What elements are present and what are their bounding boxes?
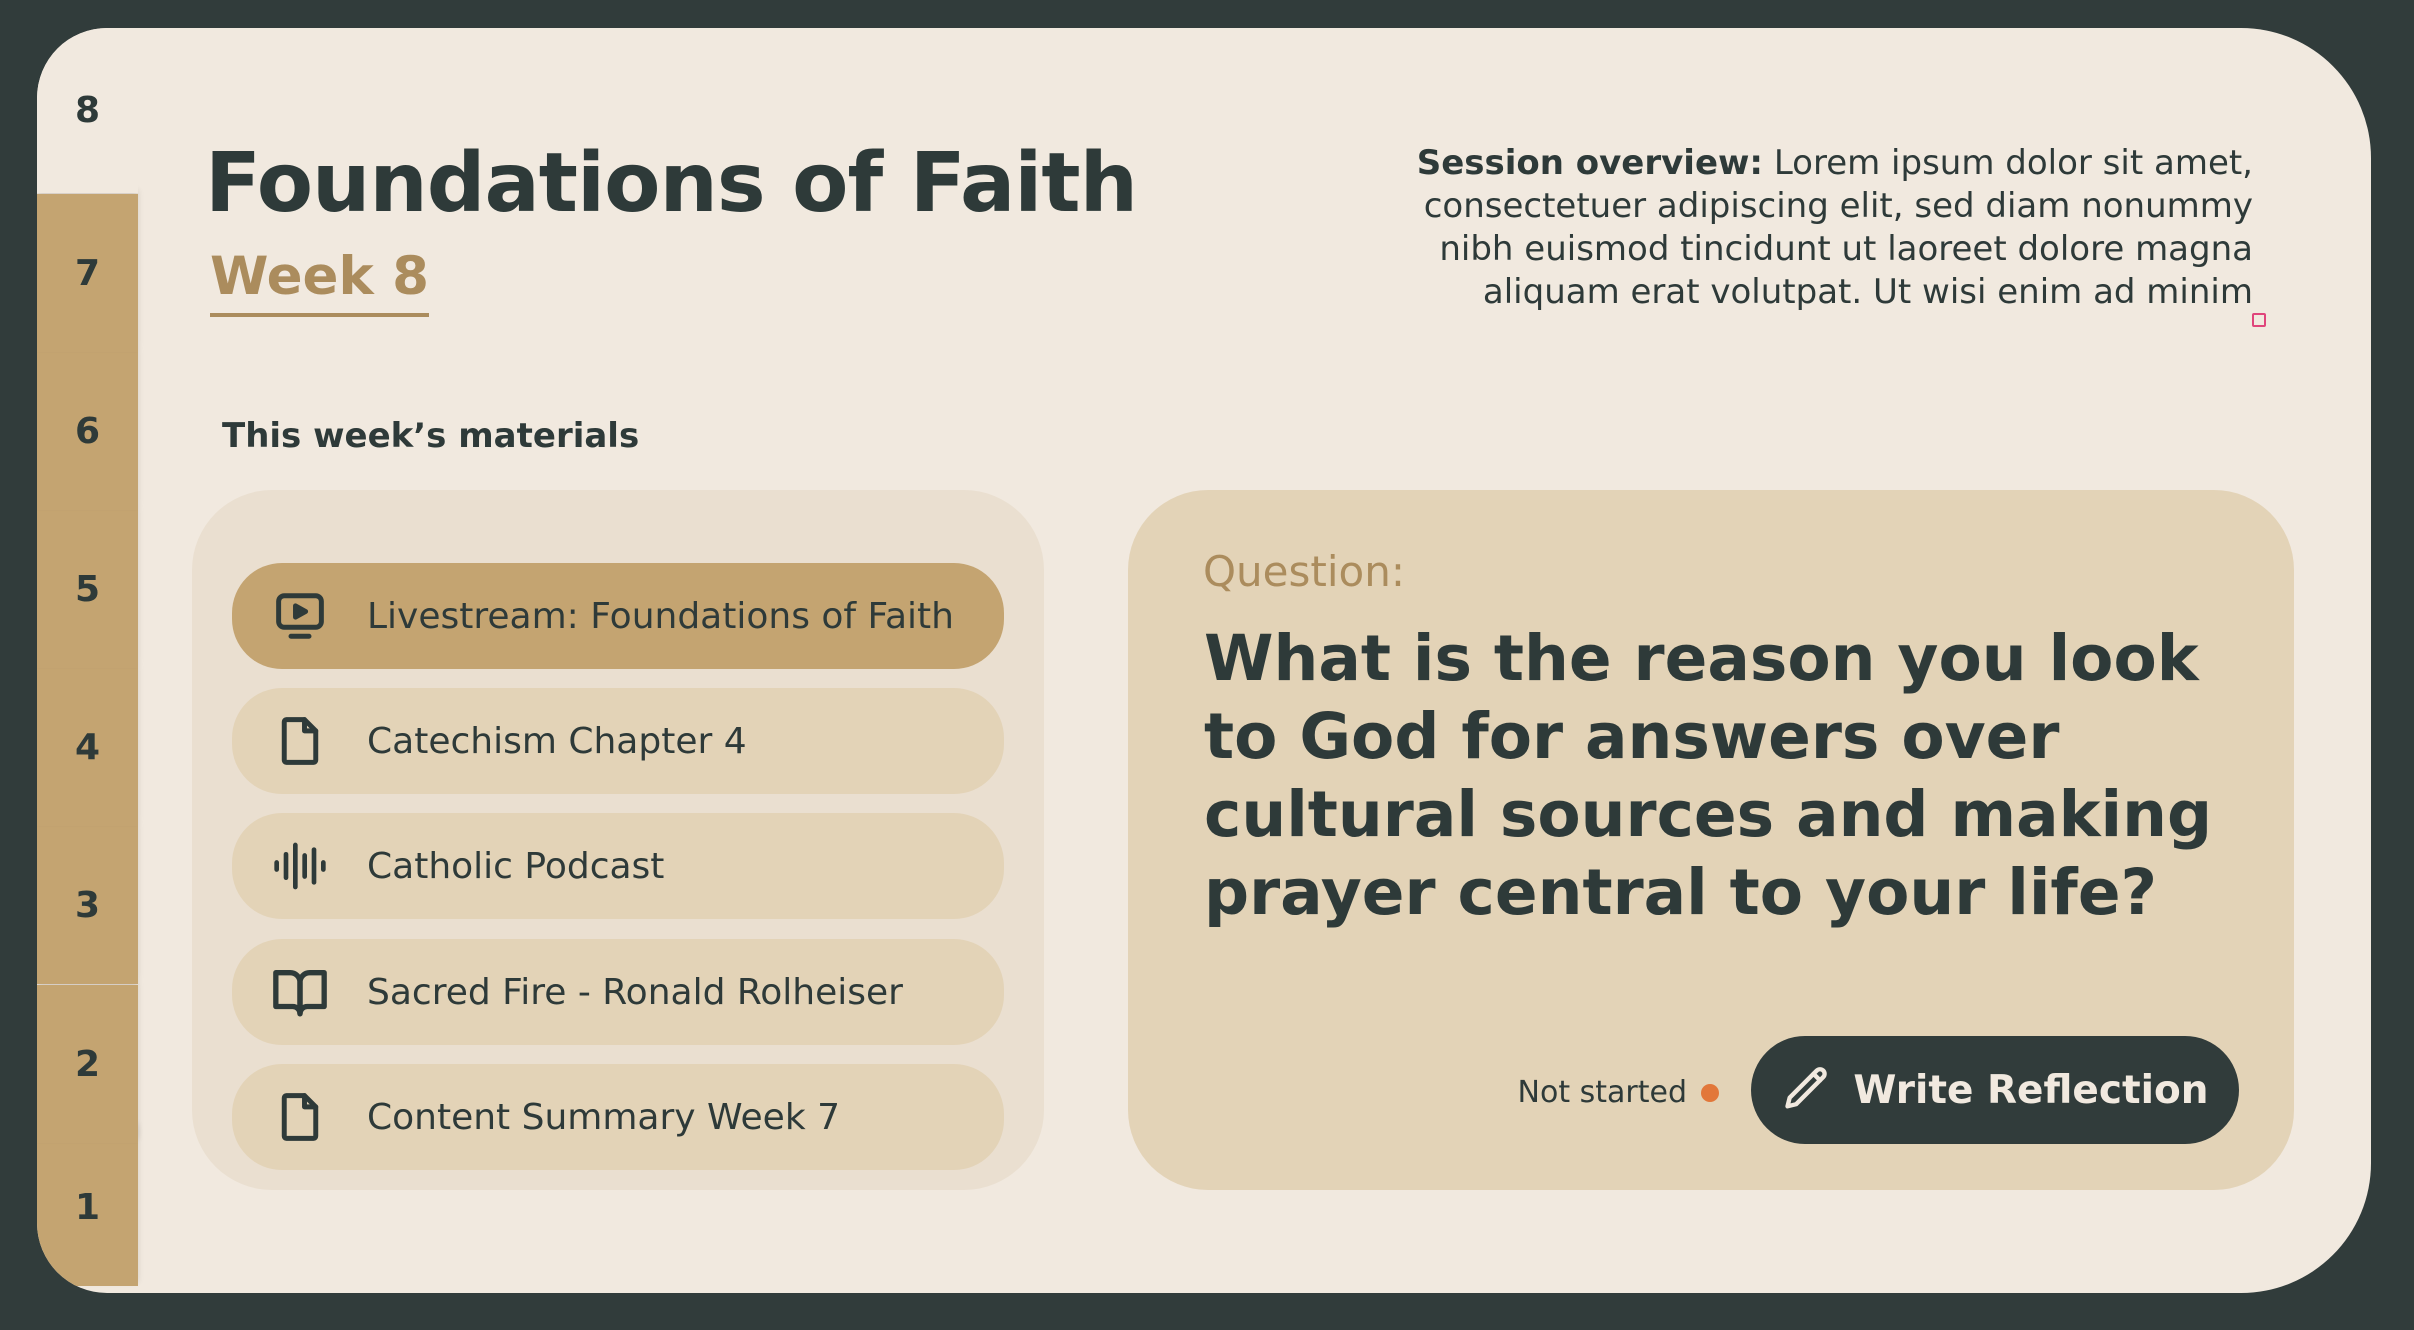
document-icon (270, 1087, 330, 1147)
material-item-book[interactable]: Sacred Fire - Ronald Rolheiser (232, 939, 1004, 1045)
week-tab-6[interactable]: 6 (37, 352, 138, 510)
week-tab-label: 2 (74, 1043, 101, 1085)
book-icon (270, 962, 330, 1022)
overview-label: Session overview: (1416, 143, 1764, 183)
session-card: 1 2 3 4 5 6 7 8 Foundations of Faith Wee… (37, 28, 2371, 1293)
video-icon (270, 586, 330, 646)
text-cursor-marker (2252, 313, 2266, 327)
write-reflection-label: Write Reflection (1853, 1067, 2209, 1113)
week-tab-label: 5 (74, 568, 101, 610)
question-panel: Question: What is the reason you look to… (1128, 490, 2294, 1190)
week-tab-8[interactable]: 8 (37, 28, 138, 193)
material-item-catechism[interactable]: Catechism Chapter 4 (232, 688, 1004, 794)
question-text: What is the reason you look to God for a… (1204, 622, 2213, 929)
week-tab-1[interactable]: 1 (37, 1128, 138, 1286)
status-text: Not started (1517, 1075, 1687, 1110)
material-item-summary[interactable]: Content Summary Week 7 (232, 1064, 1004, 1170)
status-indicator: Not started (1518, 1075, 1719, 1110)
page-title: Foundations of Faith (205, 136, 1138, 231)
week-tab-5[interactable]: 5 (37, 510, 138, 668)
week-tab-label: 7 (74, 252, 101, 294)
question-label: Question: (1203, 547, 1406, 596)
week-tab-label: 3 (74, 884, 101, 926)
material-item-podcast[interactable]: Catholic Podcast (232, 813, 1004, 919)
audio-waveform-icon (270, 836, 330, 896)
material-label: Content Summary Week 7 (367, 1096, 841, 1138)
week-tabs: 1 2 3 4 5 6 7 8 (37, 28, 138, 1293)
week-tab-7[interactable]: 7 (37, 194, 138, 352)
week-tab-4[interactable]: 4 (37, 668, 138, 826)
session-overview: Session overview: Lorem ipsum dolor sit … (1373, 142, 2253, 314)
material-label: Livestream: Foundations of Faith (367, 595, 954, 637)
materials-panel: Livestream: Foundations of Faith Catechi… (192, 490, 1044, 1190)
material-label: Sacred Fire - Ronald Rolheiser (367, 971, 903, 1013)
pencil-icon (1781, 1063, 1833, 1118)
week-tab-2[interactable]: 2 (37, 985, 138, 1143)
status-dot (1701, 1083, 1719, 1102)
week-tab-3[interactable]: 3 (37, 826, 138, 984)
week-tab-label: 8 (74, 90, 101, 131)
week-tab-label: 4 (74, 726, 101, 768)
week-tab-label: 6 (74, 410, 101, 452)
material-label: Catechism Chapter 4 (367, 720, 747, 762)
material-item-livestream[interactable]: Livestream: Foundations of Faith (232, 563, 1004, 669)
week-tab-label: 1 (74, 1186, 101, 1228)
materials-heading: This week’s materials (222, 416, 640, 456)
week-label: Week 8 (210, 246, 430, 317)
document-icon (270, 711, 330, 771)
material-label: Catholic Podcast (367, 845, 665, 887)
write-reflection-button[interactable]: Write Reflection (1751, 1036, 2239, 1144)
